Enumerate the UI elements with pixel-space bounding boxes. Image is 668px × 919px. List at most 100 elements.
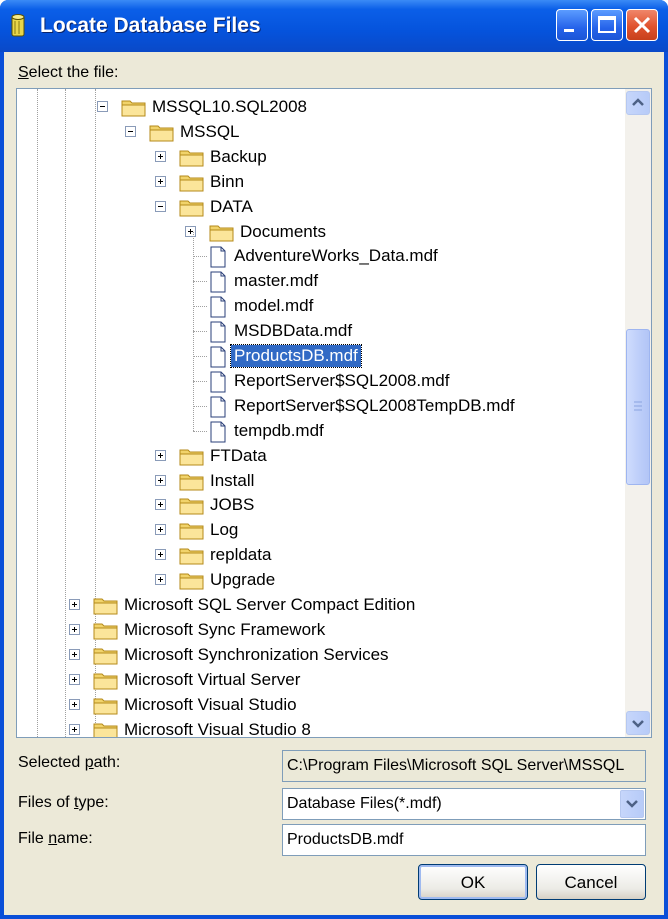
expand-icon[interactable] xyxy=(155,524,166,536)
tree-folder-item[interactable]: Microsoft Synchronization Services xyxy=(17,643,625,667)
tree-folder-item[interactable]: repldata xyxy=(17,543,625,567)
tree-item-label: Microsoft SQL Server Compact Edition xyxy=(124,595,416,614)
title-bar[interactable]: Locate Database Files xyxy=(0,0,668,52)
expand-icon[interactable] xyxy=(155,499,166,511)
ok-button[interactable]: OK xyxy=(418,864,528,900)
folder-icon xyxy=(93,620,119,640)
tree-folder-item[interactable]: MSSQL xyxy=(17,120,625,144)
scroll-down-icon xyxy=(632,720,644,728)
expand-icon[interactable] xyxy=(155,574,166,586)
tree-file-item[interactable]: AdventureWorks_Data.mdf xyxy=(17,244,625,268)
close-icon xyxy=(633,16,651,34)
expand-icon[interactable] xyxy=(69,623,80,635)
folder-icon xyxy=(179,570,205,590)
tree-item-label: MSDBData.mdf xyxy=(234,321,353,341)
tree-folder-item[interactable]: Microsoft Sync Framework xyxy=(17,618,625,642)
tree-folder-item[interactable]: Upgrade xyxy=(17,568,625,592)
close-button[interactable] xyxy=(626,9,658,41)
dialog-window: Locate Database Files Select the file: M… xyxy=(0,0,668,919)
tree-item-label: Upgrade xyxy=(210,570,276,590)
selected-path-field: C:\Program Files\Microsoft SQL Server\MS… xyxy=(282,750,646,782)
tree-file-item[interactable]: ProductsDB.mdf xyxy=(17,344,625,368)
tree-folder-item[interactable]: MSSQL10.SQL2008 xyxy=(17,95,625,119)
tree-folder-item[interactable]: Log xyxy=(17,518,625,542)
collapse-icon[interactable] xyxy=(97,101,108,112)
collapse-icon[interactable] xyxy=(155,200,166,212)
minimize-button[interactable] xyxy=(556,9,588,41)
expand-icon[interactable] xyxy=(69,648,80,660)
tree-item-label: MSSQL10.SQL2008 xyxy=(152,97,307,116)
tree-folder-item[interactable]: Install xyxy=(17,469,625,493)
files-of-type-value: Database Files(*.mdf) xyxy=(287,795,442,812)
tree-file-item[interactable]: model.mdf xyxy=(17,294,625,318)
expand-icon[interactable] xyxy=(155,150,166,162)
expand-icon[interactable] xyxy=(69,599,80,610)
tree-item-label: Microsoft Virtual Server xyxy=(124,669,301,689)
scroll-down-button[interactable] xyxy=(626,711,650,735)
select-file-label: Select the file: xyxy=(18,64,119,81)
file-icon xyxy=(209,296,227,318)
file-icon xyxy=(209,271,227,293)
tree-item-label-selected: ProductsDB.mdf xyxy=(230,344,362,368)
file-tree[interactable]: MSSQL10.SQL2008 MSSQL Backup Binn DATA Docume… xyxy=(16,88,652,738)
folder-icon xyxy=(179,545,205,565)
expand-icon[interactable] xyxy=(155,449,166,461)
tree-folder-item[interactable]: Microsoft SQL Server Compact Edition xyxy=(17,593,625,617)
tree-file-item[interactable]: ReportServer$SQL2008TempDB.mdf xyxy=(17,394,625,418)
expand-icon[interactable] xyxy=(155,549,166,561)
tree-item-label: Microsoft Visual Studio 8 xyxy=(124,719,311,738)
folder-icon xyxy=(179,147,205,167)
maximize-button[interactable] xyxy=(591,9,623,41)
tree-item-label: Binn xyxy=(210,171,245,191)
expand-icon[interactable] xyxy=(69,723,80,735)
scroll-thumb[interactable] xyxy=(626,329,650,485)
folder-icon xyxy=(179,495,205,515)
files-of-type-label: Files of type: xyxy=(18,794,109,811)
tree-folder-item[interactable]: Backup xyxy=(17,145,625,169)
tree-folder-item[interactable]: Documents xyxy=(17,220,625,244)
tree-folder-item[interactable]: Microsoft Visual Studio 8 xyxy=(17,718,625,738)
tree-file-item[interactable]: ReportServer$SQL2008.mdf xyxy=(17,369,625,393)
tree-folder-item[interactable]: Microsoft Visual Studio xyxy=(17,693,625,717)
collapse-icon[interactable] xyxy=(125,125,136,137)
file-icon xyxy=(209,421,227,443)
expand-icon[interactable] xyxy=(155,474,166,486)
expand-icon[interactable] xyxy=(155,175,166,187)
tree-file-item[interactable]: master.mdf xyxy=(17,269,625,293)
expand-icon[interactable] xyxy=(69,698,80,710)
tree-folder-item[interactable]: Binn xyxy=(17,170,625,194)
folder-icon xyxy=(149,122,175,142)
scroll-up-button[interactable] xyxy=(626,91,650,115)
tree-item-label: tempdb.mdf xyxy=(234,420,324,440)
tree-item-label: Microsoft Sync Framework xyxy=(124,619,326,639)
file-icon xyxy=(209,346,227,368)
tree-item-label: DATA xyxy=(210,196,253,216)
dropdown-arrow-icon xyxy=(626,800,638,808)
tree-folder-item[interactable]: JOBS xyxy=(17,493,625,517)
dialog-body: Select the file: MSSQL10.SQL2008 MSSQL Bac… xyxy=(4,52,664,915)
expand-icon[interactable] xyxy=(69,673,80,685)
files-of-type-select[interactable]: Database Files(*.mdf) xyxy=(282,788,646,820)
file-icon xyxy=(209,371,227,393)
file-name-input[interactable]: ProductsDB.mdf xyxy=(282,824,646,856)
tree-item-label: repldata xyxy=(210,545,272,565)
tree-folder-item[interactable]: DATA xyxy=(17,195,625,219)
tree-folder-item[interactable]: FTData xyxy=(17,444,625,468)
tree-scrollbar[interactable] xyxy=(625,89,651,737)
tree-item-label: AdventureWorks_Data.mdf xyxy=(234,246,438,266)
expand-icon[interactable] xyxy=(185,225,196,237)
folder-icon xyxy=(93,670,119,690)
folder-icon xyxy=(93,720,119,737)
tree-file-item[interactable]: MSDBData.mdf xyxy=(17,319,625,343)
tree-item-label: Documents xyxy=(240,221,326,241)
database-icon xyxy=(11,14,25,37)
file-icon xyxy=(209,396,227,418)
tree-folder-item[interactable]: Microsoft Virtual Server xyxy=(17,668,625,692)
folder-icon xyxy=(93,695,119,715)
tree-file-item[interactable]: tempdb.mdf xyxy=(17,419,625,443)
dropdown-button[interactable] xyxy=(620,790,644,818)
tree-item-label: JOBS xyxy=(210,495,255,515)
cancel-button[interactable]: Cancel xyxy=(536,864,646,900)
tree-item-label: Microsoft Synchronization Services xyxy=(124,644,389,664)
tree-item-label: master.mdf xyxy=(234,271,319,291)
